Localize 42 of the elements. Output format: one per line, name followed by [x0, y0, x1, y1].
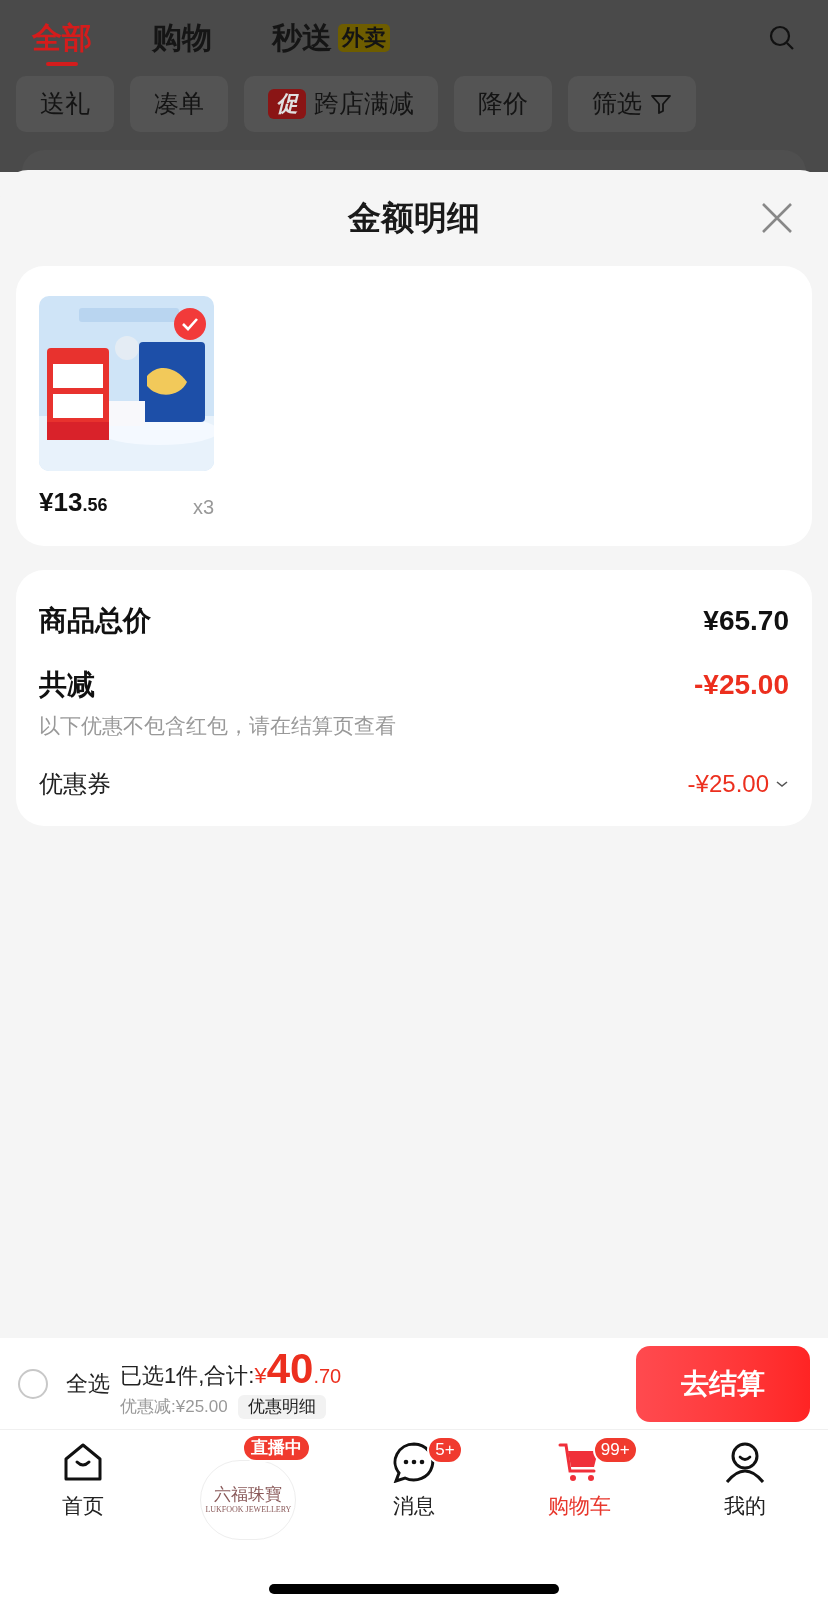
- filter-label: 凑单: [154, 88, 204, 120]
- discount-details-button[interactable]: 优惠明细: [237, 1395, 326, 1419]
- person-icon: [724, 1441, 767, 1483]
- live-badge: 直播中: [241, 1434, 311, 1462]
- filter-label: 降价: [478, 88, 528, 120]
- filter-chip[interactable]: 筛选: [568, 76, 696, 132]
- takeout-badge: 外卖: [338, 24, 390, 52]
- select-all-checkbox[interactable]: [18, 1368, 48, 1399]
- select-all-label: 全选: [66, 1370, 110, 1398]
- filter-label: 跨店满减: [314, 88, 414, 120]
- discount-note: 以下优惠不包含红包，请在结算页查看: [39, 713, 397, 739]
- chat-icon: [392, 1441, 436, 1483]
- close-icon[interactable]: [760, 201, 794, 235]
- discount-amount: -¥25.00: [694, 668, 789, 702]
- coupon-amount: -¥25.00: [687, 768, 769, 799]
- filter-chip[interactable]: 凑单: [130, 76, 228, 132]
- promo-badge: 促: [268, 89, 306, 119]
- discount-summary: 优惠减:¥25.00: [120, 1396, 228, 1419]
- filter-chip[interactable]: 降价: [454, 76, 552, 132]
- nav-tab[interactable]: 我的: [662, 1440, 828, 1540]
- logo-subtext: LUKFOOK JEWELLERY: [205, 1505, 292, 1515]
- item-quantity: x3: [192, 495, 214, 520]
- coupon-label: 优惠券: [39, 768, 111, 799]
- search-icon[interactable]: [768, 24, 796, 52]
- funnel-icon: [650, 93, 672, 115]
- total-amount: ¥65.70: [703, 604, 789, 638]
- nav-tab[interactable]: 首页: [0, 1440, 166, 1540]
- chevron-down-icon[interactable]: [775, 778, 789, 789]
- filter-chip[interactable]: 送礼: [16, 76, 114, 132]
- sheet-title: 金额明细: [348, 198, 480, 239]
- total-price: ¥40.70: [254, 1347, 342, 1393]
- filter-label: 筛选: [592, 88, 642, 120]
- selected-summary: 已选1件,合计:: [120, 1362, 255, 1391]
- checkout-button[interactable]: 去结算: [636, 1345, 810, 1422]
- discount-label: 共减: [39, 668, 95, 702]
- filter-label: 送礼: [40, 88, 90, 120]
- count-badge: 5+: [427, 1436, 463, 1464]
- filter-chip[interactable]: 促 跨店满减: [244, 76, 438, 132]
- total-label: 商品总价: [39, 604, 151, 638]
- logo-text: 六福珠寶: [214, 1485, 283, 1505]
- count-badge: 99+: [592, 1436, 638, 1464]
- item-price: ¥13.56: [39, 486, 108, 519]
